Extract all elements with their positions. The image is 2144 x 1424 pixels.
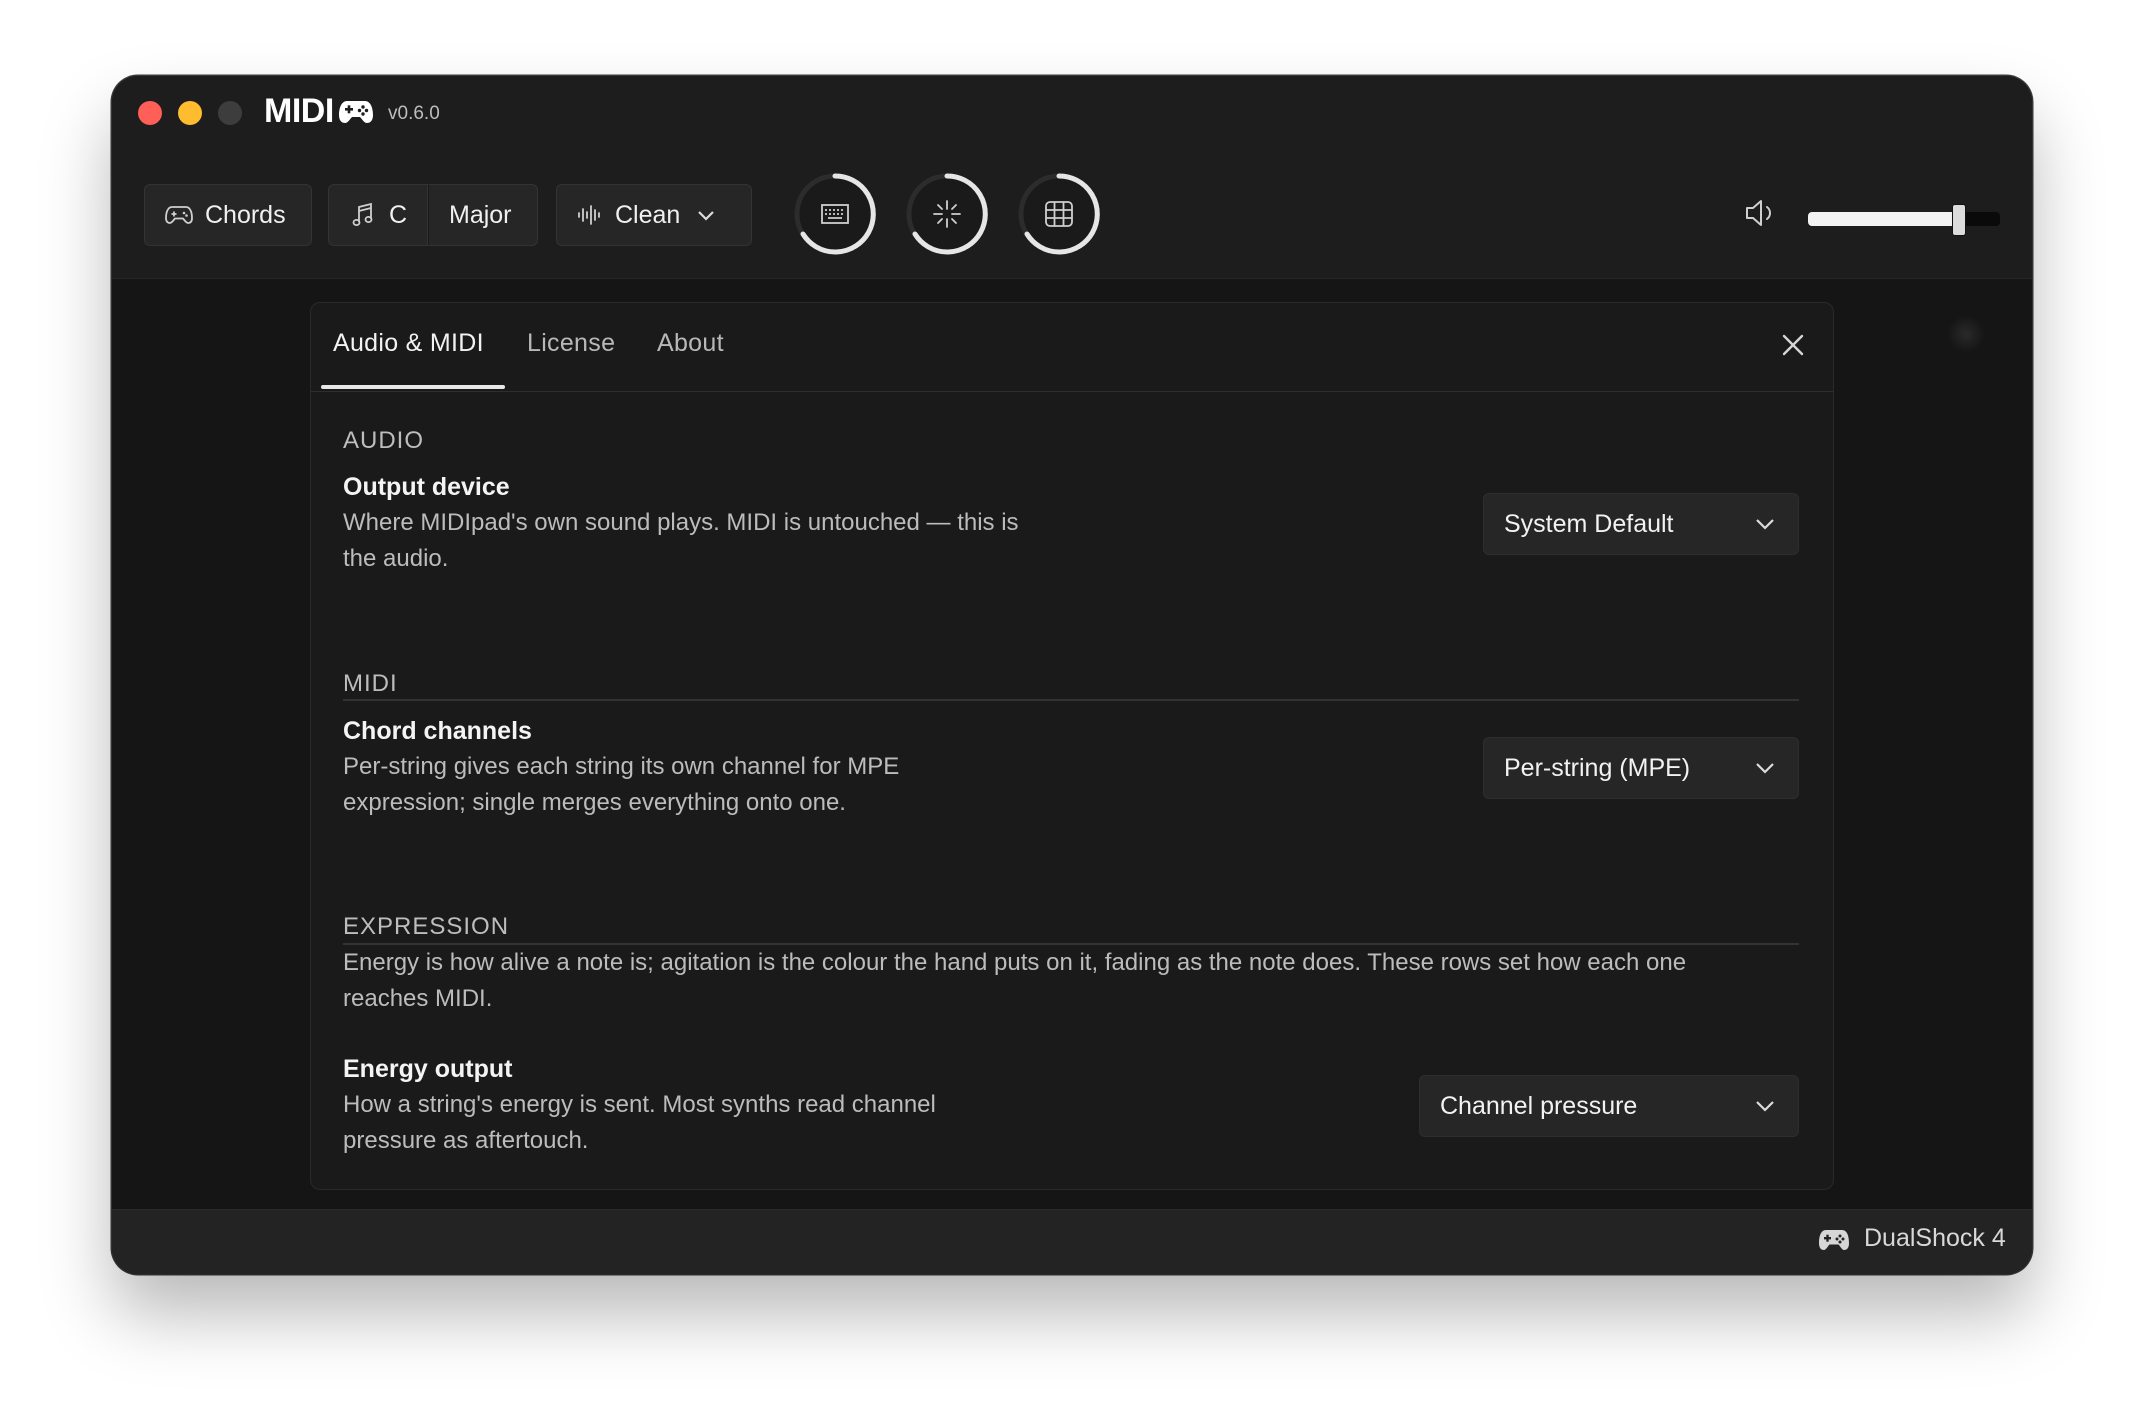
chevron-down-icon xyxy=(1756,763,1774,774)
energy-output-description: How a string's energy is sent. Most synt… xyxy=(343,1087,936,1159)
close-window-button[interactable] xyxy=(138,101,162,125)
expression-intro: Energy is how alive a note is; agitation… xyxy=(343,945,1803,1017)
expression-intro-line: Energy is how alive a note is; agitation… xyxy=(343,949,1687,976)
controller-name: DualShock 4 xyxy=(1864,1224,2006,1252)
expression-intro-line: reaches MIDI. xyxy=(343,985,493,1012)
sparkle-ring-button[interactable] xyxy=(904,171,990,257)
close-icon[interactable] xyxy=(1779,331,1807,359)
app-version: v0.6.0 xyxy=(388,103,440,124)
volume-slider-thumb[interactable] xyxy=(1952,204,1966,236)
chord-channels-select[interactable]: Per-string (MPE) xyxy=(1483,737,1799,799)
app-logo: MIDI xyxy=(264,92,374,131)
indicator-dot xyxy=(1948,316,1984,352)
chevron-down-icon xyxy=(698,211,715,221)
energy-output-value: Channel pressure xyxy=(1440,1091,1638,1120)
music-note-icon xyxy=(352,202,373,226)
title-bar: MIDI v0.6.0 xyxy=(112,76,2032,151)
output-device-value: System Default xyxy=(1504,509,1674,538)
energy-output-desc-line: How a string's energy is sent. Most synt… xyxy=(343,1091,936,1118)
output-device-description: Where MIDIpad's own sound plays. MIDI is… xyxy=(343,505,1019,577)
chevron-down-icon xyxy=(1756,519,1774,530)
volume-slider-fill xyxy=(1808,212,1958,226)
minimize-window-button[interactable] xyxy=(178,101,202,125)
gamepad-logo-icon xyxy=(338,100,373,123)
energy-output-desc-line: pressure as aftertouch. xyxy=(343,1127,589,1154)
status-bar: DualShock 4 xyxy=(112,1209,2032,1274)
key-button[interactable]: C xyxy=(328,184,428,246)
chord-channels-value: Per-string (MPE) xyxy=(1504,753,1691,782)
output-device-desc-line: the audio. xyxy=(343,545,449,572)
app-name: MIDI xyxy=(264,92,334,130)
energy-output-select[interactable]: Channel pressure xyxy=(1419,1075,1799,1137)
energy-output-title: Energy output xyxy=(343,1055,513,1083)
key-label: C xyxy=(389,200,408,229)
mode-label: Chords xyxy=(205,200,286,229)
mode-button[interactable]: Chords xyxy=(144,184,312,246)
speaker-icon[interactable] xyxy=(1744,198,1780,228)
output-device-desc-line: Where MIDIpad's own sound plays. MIDI is… xyxy=(343,509,1019,536)
tab-audio-midi[interactable]: Audio & MIDI xyxy=(333,329,484,358)
chevron-down-icon xyxy=(1756,1101,1774,1112)
active-tab-indicator xyxy=(321,385,505,389)
chord-channels-title: Chord channels xyxy=(343,717,532,745)
section-divider xyxy=(343,699,1799,701)
sound-dropdown[interactable]: Clean xyxy=(556,184,752,246)
grid-ring-button[interactable] xyxy=(1016,171,1102,257)
audio-section-heading: AUDIO xyxy=(343,427,425,454)
midi-section-heading: MIDI xyxy=(343,670,398,697)
volume-slider[interactable] xyxy=(1808,204,2000,236)
tab-about[interactable]: About xyxy=(657,329,724,358)
app-window: MIDI v0.6.0 Chords C Major Clean Audio &… xyxy=(112,76,2032,1274)
output-device-title: Output device xyxy=(343,473,510,501)
keyboard-ring-button[interactable] xyxy=(792,171,878,257)
scale-label: Major xyxy=(449,200,512,229)
sound-label: Clean xyxy=(615,200,681,229)
scale-button[interactable]: Major xyxy=(428,184,538,246)
maximize-window-button[interactable] xyxy=(218,101,242,125)
chord-channels-description: Per-string gives each string its own cha… xyxy=(343,749,899,821)
settings-panel: Audio & MIDI License About AUDIO Output … xyxy=(310,302,1834,1190)
gamepad-icon xyxy=(1819,1230,1849,1250)
chord-channels-desc-line: expression; single merges everything ont… xyxy=(343,789,846,816)
chord-channels-desc-line: Per-string gives each string its own cha… xyxy=(343,753,900,780)
waveform-icon xyxy=(578,205,600,225)
settings-tabs: Audio & MIDI License About xyxy=(311,303,1833,392)
expression-section-heading: EXPRESSION xyxy=(343,913,510,940)
gamepad-icon xyxy=(165,206,193,224)
output-device-select[interactable]: System Default xyxy=(1483,493,1799,555)
tab-license[interactable]: License xyxy=(527,329,615,358)
